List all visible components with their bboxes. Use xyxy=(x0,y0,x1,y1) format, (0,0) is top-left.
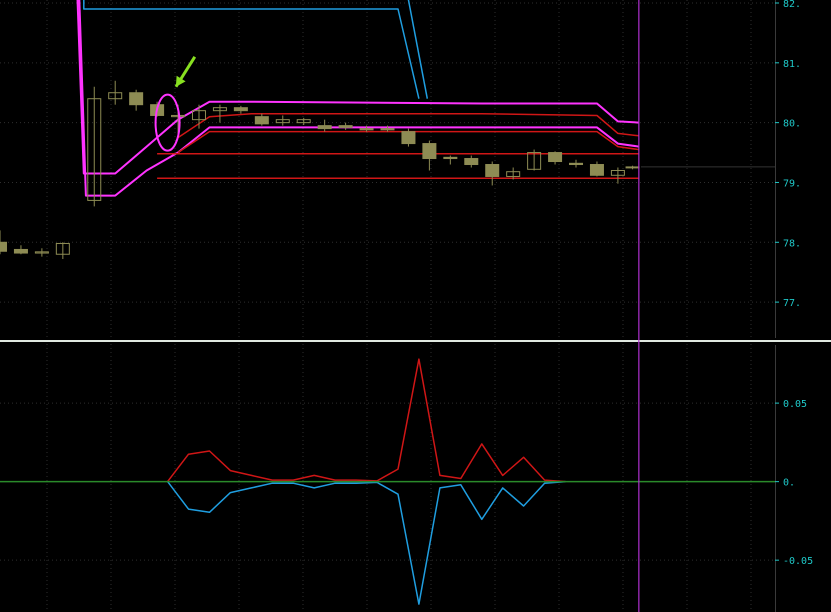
chart-background xyxy=(0,0,831,612)
y-tick-label: 82. xyxy=(783,0,801,10)
candle-body-down xyxy=(0,241,7,252)
y-tick-label: 79. xyxy=(783,178,801,189)
candle-body-down xyxy=(401,131,416,145)
y-tick-label: 80. xyxy=(783,119,801,130)
candle-body-down xyxy=(233,107,248,112)
candle-body-up xyxy=(625,166,640,169)
y-tick-label: 81. xyxy=(783,59,801,70)
candle-body-down xyxy=(129,92,144,106)
candle-body-down xyxy=(464,158,479,166)
candle-body-down xyxy=(359,128,374,131)
candle-body-down xyxy=(338,125,353,128)
candle-body-down xyxy=(254,116,269,125)
y-tick-label: 0.05 xyxy=(783,399,807,410)
price-and-indicator-chart: 82. 81. 80. 79. 78. 77. 0.05 0. -0.05 xyxy=(0,0,831,612)
y-tick-label: 77. xyxy=(783,298,801,309)
y-tick-label: 78. xyxy=(783,238,801,249)
candle xyxy=(401,128,416,147)
y-tick-label: -0.05 xyxy=(783,556,813,567)
y-tick-label: 0. xyxy=(783,478,795,489)
candle-body-down xyxy=(13,248,28,254)
candle-body-down xyxy=(443,156,458,160)
candle-body-down xyxy=(569,162,584,166)
candle-body-down xyxy=(317,125,332,130)
candle-body-down xyxy=(485,164,500,177)
candle-body-down xyxy=(422,143,437,160)
candle-body-down xyxy=(380,128,395,131)
candle-body-down xyxy=(548,152,563,163)
candle-body-down xyxy=(589,164,604,176)
